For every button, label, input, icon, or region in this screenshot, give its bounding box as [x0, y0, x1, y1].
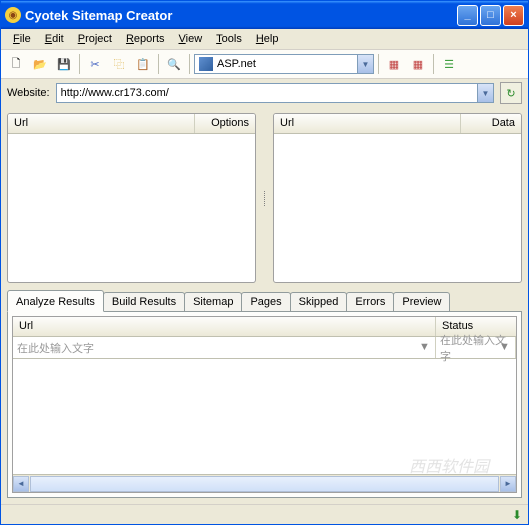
content-area: Url Options Url Data Analyze Results Bui… [1, 107, 528, 504]
grid-icon: ▦ [389, 58, 399, 71]
tab-preview[interactable]: Preview [393, 292, 450, 311]
filter-placeholder: 在此处输入文字 [17, 340, 94, 356]
maximize-button[interactable]: □ [480, 5, 501, 26]
grid-icon: ▦ [413, 58, 423, 71]
filter-url[interactable]: 在此处输入文字 ▼ [13, 337, 436, 358]
copy-icon: ⿻ [114, 56, 125, 72]
separator [378, 54, 379, 74]
folder-open-icon: 📂 [33, 58, 47, 71]
cut-button[interactable]: ✂ [84, 53, 106, 75]
right-panel: Url Data [273, 113, 522, 283]
tab-pages[interactable]: Pages [241, 292, 290, 311]
filter-icon[interactable]: ▼ [499, 341, 513, 355]
top-panels: Url Options Url Data [7, 113, 522, 283]
statusbar: ⬇ [1, 504, 528, 524]
right-panel-header: Url Data [274, 114, 521, 134]
address-bar: Website: http://www.cr173.com/ ▼ ↻ [1, 79, 528, 107]
menubar: File Edit Project Reports View Tools Hel… [1, 29, 528, 49]
search-icon: 🔍 [167, 58, 181, 71]
tabs-area: Analyze Results Build Results Sitemap Pa… [7, 289, 522, 498]
menu-help[interactable]: Help [250, 31, 285, 47]
url-text: http://www.cr173.com/ [61, 87, 169, 99]
window-buttons: _ □ × [457, 5, 524, 26]
separator [189, 54, 190, 74]
combo-dropdown-button[interactable]: ▼ [357, 55, 373, 73]
filter-status[interactable]: 在此处输入文字 ▼ [436, 337, 516, 358]
tab-strip: Analyze Results Build Results Sitemap Pa… [7, 289, 522, 311]
left-panel: Url Options [7, 113, 256, 283]
toolbar: 🗋 📂 💾 ✂ ⿻ 📋 🔍 ASP.net ▼ ▦ ▦ ☰ [1, 49, 528, 79]
grid-filter-row: 在此处输入文字 ▼ 在此处输入文字 ▼ [13, 337, 516, 359]
download-icon: ⬇ [512, 508, 522, 522]
open-button[interactable]: 📂 [29, 53, 51, 75]
filter-icon[interactable]: ▼ [419, 341, 433, 355]
template-icon [199, 57, 213, 71]
tab-errors[interactable]: Errors [346, 292, 394, 311]
scissors-icon: ✂ [90, 58, 99, 71]
go-button[interactable]: ↻ [500, 82, 522, 104]
map-button-2[interactable]: ▦ [407, 53, 429, 75]
horizontal-scrollbar[interactable]: ◄ ► [13, 474, 516, 492]
minimize-button[interactable]: _ [457, 5, 478, 26]
menu-view[interactable]: View [173, 31, 209, 47]
grid-body [13, 359, 516, 474]
separator [433, 54, 434, 74]
list-icon: ☰ [444, 58, 454, 71]
col-url[interactable]: Url [274, 114, 461, 133]
menu-edit[interactable]: Edit [39, 31, 70, 47]
search-button[interactable]: 🔍 [163, 53, 185, 75]
combo-text: ASP.net [217, 58, 256, 70]
scroll-left-button[interactable]: ◄ [13, 476, 29, 492]
refresh-icon: ↻ [506, 87, 515, 100]
scroll-track[interactable] [30, 476, 499, 492]
col-data[interactable]: Data [461, 114, 521, 133]
map-button-1[interactable]: ▦ [383, 53, 405, 75]
save-icon: 💾 [57, 58, 71, 71]
separator [79, 54, 80, 74]
website-input[interactable]: http://www.cr173.com/ ▼ [56, 83, 494, 103]
save-button[interactable]: 💾 [53, 53, 75, 75]
tab-content: Url Status 在此处输入文字 ▼ 在此处输入文字 ▼ [7, 311, 522, 498]
menu-tools[interactable]: Tools [210, 31, 248, 47]
copy-button[interactable]: ⿻ [108, 53, 130, 75]
titlebar[interactable]: ◉ Cyotek Sitemap Creator _ □ × [1, 1, 528, 29]
results-grid: Url Status 在此处输入文字 ▼ 在此处输入文字 ▼ [12, 316, 517, 493]
splitter[interactable] [262, 113, 267, 283]
col-options[interactable]: Options [195, 114, 255, 133]
app-window: ◉ Cyotek Sitemap Creator _ □ × File Edit… [0, 0, 529, 525]
left-panel-header: Url Options [8, 114, 255, 134]
url-dropdown-button[interactable]: ▼ [477, 84, 493, 102]
list-button[interactable]: ☰ [438, 53, 460, 75]
menu-file[interactable]: File [7, 31, 37, 47]
paste-icon: 📋 [136, 58, 150, 71]
app-icon: ◉ [5, 7, 21, 23]
tab-build-results[interactable]: Build Results [103, 292, 185, 311]
tab-sitemap[interactable]: Sitemap [184, 292, 242, 311]
paste-button[interactable]: 📋 [132, 53, 154, 75]
tab-analyze-results[interactable]: Analyze Results [7, 290, 104, 312]
col-url[interactable]: Url [13, 317, 436, 336]
template-combo[interactable]: ASP.net ▼ [194, 54, 374, 74]
website-label: Website: [7, 87, 50, 99]
scroll-right-button[interactable]: ► [500, 476, 516, 492]
col-url[interactable]: Url [8, 114, 195, 133]
menu-reports[interactable]: Reports [120, 31, 171, 47]
separator [158, 54, 159, 74]
new-button[interactable]: 🗋 [5, 53, 27, 75]
new-file-icon: 🗋 [12, 55, 21, 74]
menu-project[interactable]: Project [72, 31, 118, 47]
tab-skipped[interactable]: Skipped [290, 292, 348, 311]
close-button[interactable]: × [503, 5, 524, 26]
window-title: Cyotek Sitemap Creator [25, 8, 457, 23]
